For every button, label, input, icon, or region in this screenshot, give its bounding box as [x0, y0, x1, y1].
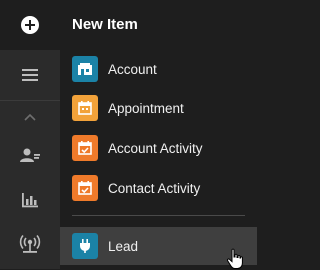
menu-item-label: Contact Activity: [108, 180, 201, 196]
menu-item-appointment[interactable]: Appointment: [60, 90, 257, 126]
calendar-icon: [72, 95, 98, 121]
rail-item-contacts[interactable]: [0, 135, 60, 175]
contacts-icon: [20, 148, 40, 162]
new-item-button[interactable]: [0, 5, 60, 45]
new-item-icon: [21, 16, 39, 34]
menu-item-label: Account Activity: [108, 140, 203, 156]
calendar-check-icon: [72, 135, 98, 161]
menu-toggle-button[interactable]: [0, 55, 60, 95]
menu-item-account-activity[interactable]: Account Activity: [60, 130, 257, 166]
menu-item-contact-activity[interactable]: Contact Activity: [60, 170, 257, 206]
bar-chart-icon: [22, 193, 38, 208]
nav-rail: [0, 0, 60, 269]
menu-divider: [72, 215, 245, 216]
menu-item-account[interactable]: Account: [60, 51, 257, 87]
hand-cursor-icon: [226, 248, 243, 269]
calendar-check-icon: [72, 175, 98, 201]
rail-item-broadcast[interactable]: [0, 224, 60, 264]
new-item-flyout: New Item Account Appointment Account Act…: [60, 0, 257, 269]
rail-item-reports[interactable]: [0, 180, 60, 220]
broadcast-icon: [19, 234, 41, 253]
menu-item-label: Account: [108, 61, 157, 77]
account-icon: [72, 56, 98, 82]
chevron-up-icon: [24, 113, 36, 121]
menu-item-label: Lead: [108, 238, 139, 254]
flyout-title: New Item: [72, 16, 138, 33]
menu-item-label: Appointment: [108, 100, 184, 116]
hamburger-menu-icon: [22, 69, 38, 81]
plug-icon: [72, 233, 98, 259]
scroll-up-button[interactable]: [0, 97, 60, 137]
